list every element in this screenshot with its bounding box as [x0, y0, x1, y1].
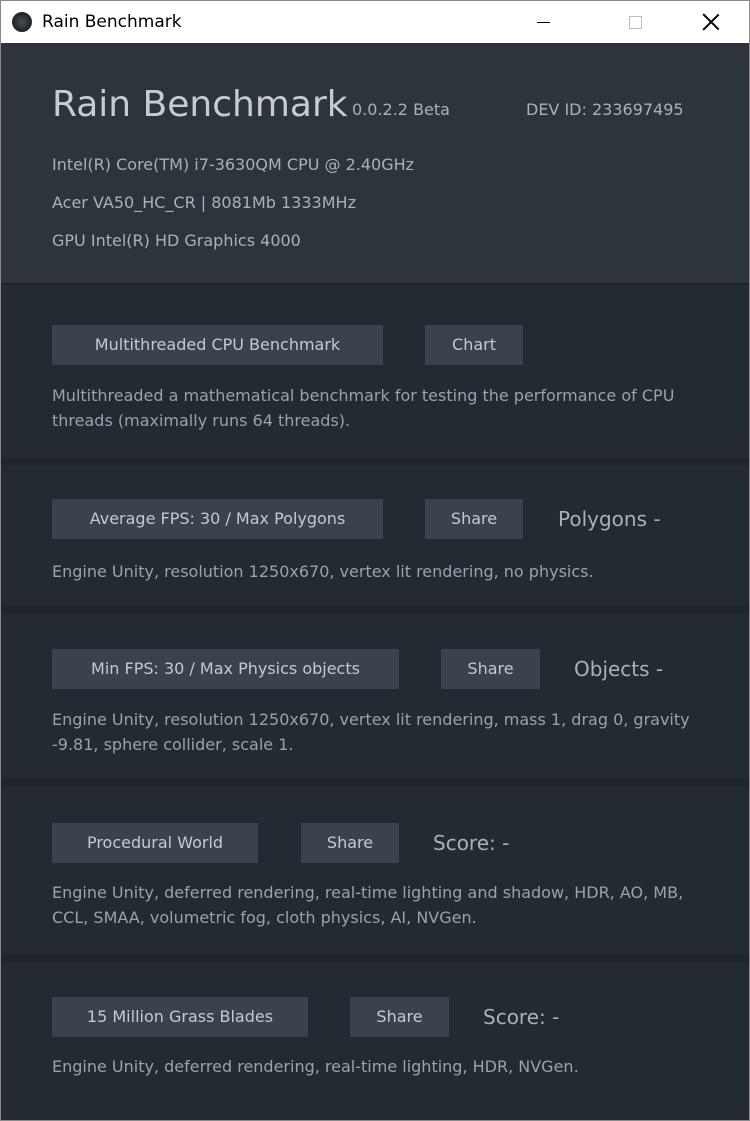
polygons-result: Polygons - — [558, 507, 661, 531]
procedural-world-button[interactable]: Procedural World — [52, 823, 258, 863]
maximize-button[interactable] — [612, 1, 658, 43]
minimize-button[interactable] — [520, 1, 566, 43]
window-title: Rain Benchmark — [42, 12, 182, 32]
polygons-benchmark-description: Engine Unity, resolution 1250x670, verte… — [52, 562, 594, 581]
procedural-world-section: Procedural World Share Score: - Engine U… — [1, 787, 749, 955]
physics-benchmark-button[interactable]: Min FPS: 30 / Max Physics objects — [52, 649, 399, 689]
polygons-benchmark-button[interactable]: Average FPS: 30 / Max Polygons — [52, 499, 383, 539]
gpu-info: GPU Intel(R) HD Graphics 4000 — [52, 231, 301, 250]
grass-blades-button[interactable]: 15 Million Grass Blades — [52, 997, 308, 1037]
objects-result: Objects - — [574, 657, 664, 681]
chart-button[interactable]: Chart — [425, 325, 523, 365]
grass-blades-description: Engine Unity, deferred rendering, real-t… — [52, 1057, 579, 1076]
share-polygons-button[interactable]: Share — [425, 499, 523, 539]
physics-benchmark-description: Engine Unity, resolution 1250x670, verte… — [52, 710, 690, 754]
close-button[interactable] — [688, 1, 734, 43]
app-name: Rain Benchmark — [52, 84, 348, 125]
dev-id-label: DEV ID: 233697495 — [526, 100, 684, 119]
share-physics-button[interactable]: Share — [441, 649, 540, 689]
minimize-icon — [536, 21, 550, 23]
cpu-benchmark-section: Multithreaded CPU Benchmark Chart Multit… — [1, 285, 749, 458]
close-icon — [702, 13, 720, 31]
version-label: 0.0.2.2 Beta — [352, 100, 450, 119]
polygons-benchmark-section: Average FPS: 30 / Max Polygons Share Pol… — [1, 465, 749, 605]
app-window: Rain Benchmark Rain Benchmark 0.0.2.2 Be… — [0, 0, 750, 1121]
procedural-score: Score: - — [433, 831, 510, 855]
cpu-benchmark-button[interactable]: Multithreaded CPU Benchmark — [52, 325, 383, 365]
grass-score: Score: - — [483, 1005, 560, 1029]
system-info-panel: Rain Benchmark 0.0.2.2 Beta DEV ID: 2336… — [1, 43, 749, 283]
procedural-world-description: Engine Unity, deferred rendering, real-t… — [52, 883, 684, 927]
cpu-info: Intel(R) Core(TM) i7-3630QM CPU @ 2.40GH… — [52, 155, 415, 174]
title-bar: Rain Benchmark — [1, 1, 749, 43]
rain-app-icon — [12, 12, 32, 32]
physics-benchmark-section: Min FPS: 30 / Max Physics objects Share … — [1, 613, 749, 779]
board-memory-info: Acer VA50_HC_CR | 8081Mb 1333MHz — [52, 193, 356, 212]
share-procedural-button[interactable]: Share — [301, 823, 399, 863]
maximize-icon — [628, 15, 642, 29]
grass-blades-section: 15 Million Grass Blades Share Score: - E… — [1, 963, 749, 1120]
share-grass-button[interactable]: Share — [350, 997, 449, 1037]
cpu-benchmark-description: Multithreaded a mathematical benchmark f… — [52, 386, 675, 430]
